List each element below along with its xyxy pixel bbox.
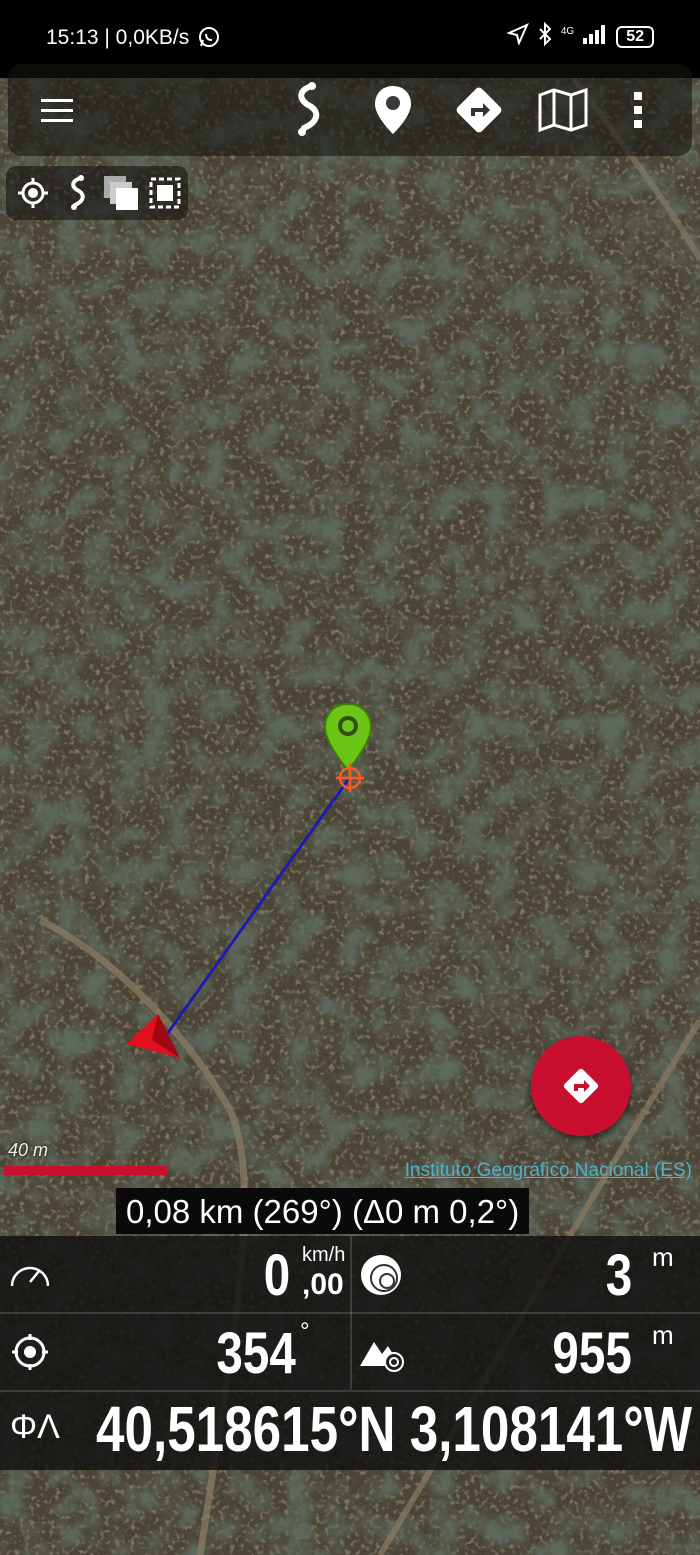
data-dashboard: 0 km/h ,00 3 m 354 ° 955 m ΦΛ 40,518615°… [0, 1236, 700, 1470]
select-area-icon [149, 177, 181, 209]
maps-button[interactable] [532, 78, 594, 142]
top-toolbar [8, 64, 692, 156]
menu-icon [41, 99, 73, 122]
menu-button[interactable] [26, 78, 88, 142]
scale-bar [4, 1166, 168, 1175]
speed-value: 0 [263, 1243, 290, 1308]
navigate-fab-button[interactable] [531, 1036, 631, 1136]
gps-accuracy-cell[interactable]: 3 m [352, 1236, 700, 1312]
crosshair-icon [334, 762, 366, 794]
network-type-label: 4G [560, 26, 575, 37]
speed-decimal: ,00 [302, 1268, 344, 1301]
secondary-toolbar [6, 166, 188, 220]
coordinates-label: ΦΛ [10, 1408, 60, 1446]
scale-label: 40 m [8, 1140, 49, 1160]
status-time: 15:13 | 0,0KB/s [46, 26, 190, 49]
location-arrow-icon [122, 1010, 186, 1064]
speedometer-icon [10, 1266, 50, 1287]
location-icon [505, 23, 529, 50]
battery-indicator: 52 [616, 25, 654, 48]
map-attribution-link[interactable]: Instituto Geográfico Nacional (ES) [405, 1160, 692, 1182]
heading-unit: ° [300, 1318, 310, 1345]
altitude-cell[interactable]: 955 m [352, 1314, 700, 1390]
map-layers-icon [538, 87, 588, 133]
compass-target-icon [12, 1334, 48, 1370]
waypoints-button[interactable] [362, 78, 424, 142]
overflow-icon [634, 92, 642, 128]
overflow-menu-button[interactable] [618, 78, 658, 142]
gps-accuracy-icon [361, 1255, 401, 1295]
center-location-icon [18, 178, 48, 208]
speed-cell[interactable]: 0 km/h ,00 [0, 1236, 350, 1312]
center-location-button[interactable] [14, 174, 52, 212]
accuracy-value: 3 [605, 1243, 632, 1308]
heading-value: 354 [216, 1321, 296, 1386]
altitude-unit: m [652, 1320, 674, 1350]
routes-button[interactable] [448, 78, 510, 142]
track-icon [298, 82, 320, 136]
overlay-layers-button[interactable] [102, 174, 140, 212]
distance-bearing-label: 0,08 km (269°) (Δ0 m 0,2°) [116, 1188, 530, 1234]
layers-copy-icon [104, 176, 138, 210]
track-small-icon [71, 175, 85, 210]
record-track-button[interactable] [58, 174, 96, 212]
tracks-button[interactable] [276, 78, 338, 142]
bluetooth-icon [537, 21, 553, 51]
coordinates-value[interactable]: 40,518615°N 3,108141°W [96, 1390, 692, 1468]
select-area-button[interactable] [146, 174, 184, 212]
route-navigate-icon [563, 1068, 599, 1104]
altitude-value: 955 [552, 1321, 632, 1386]
route-icon [456, 87, 502, 133]
whatsapp-icon [198, 26, 220, 53]
altitude-icon [360, 1342, 404, 1372]
accuracy-unit: m [652, 1242, 674, 1272]
signal-icon [582, 24, 608, 49]
heading-cell[interactable]: 354 ° [0, 1314, 350, 1390]
waypoint-icon [375, 86, 411, 134]
speed-unit: km/h [302, 1244, 346, 1266]
